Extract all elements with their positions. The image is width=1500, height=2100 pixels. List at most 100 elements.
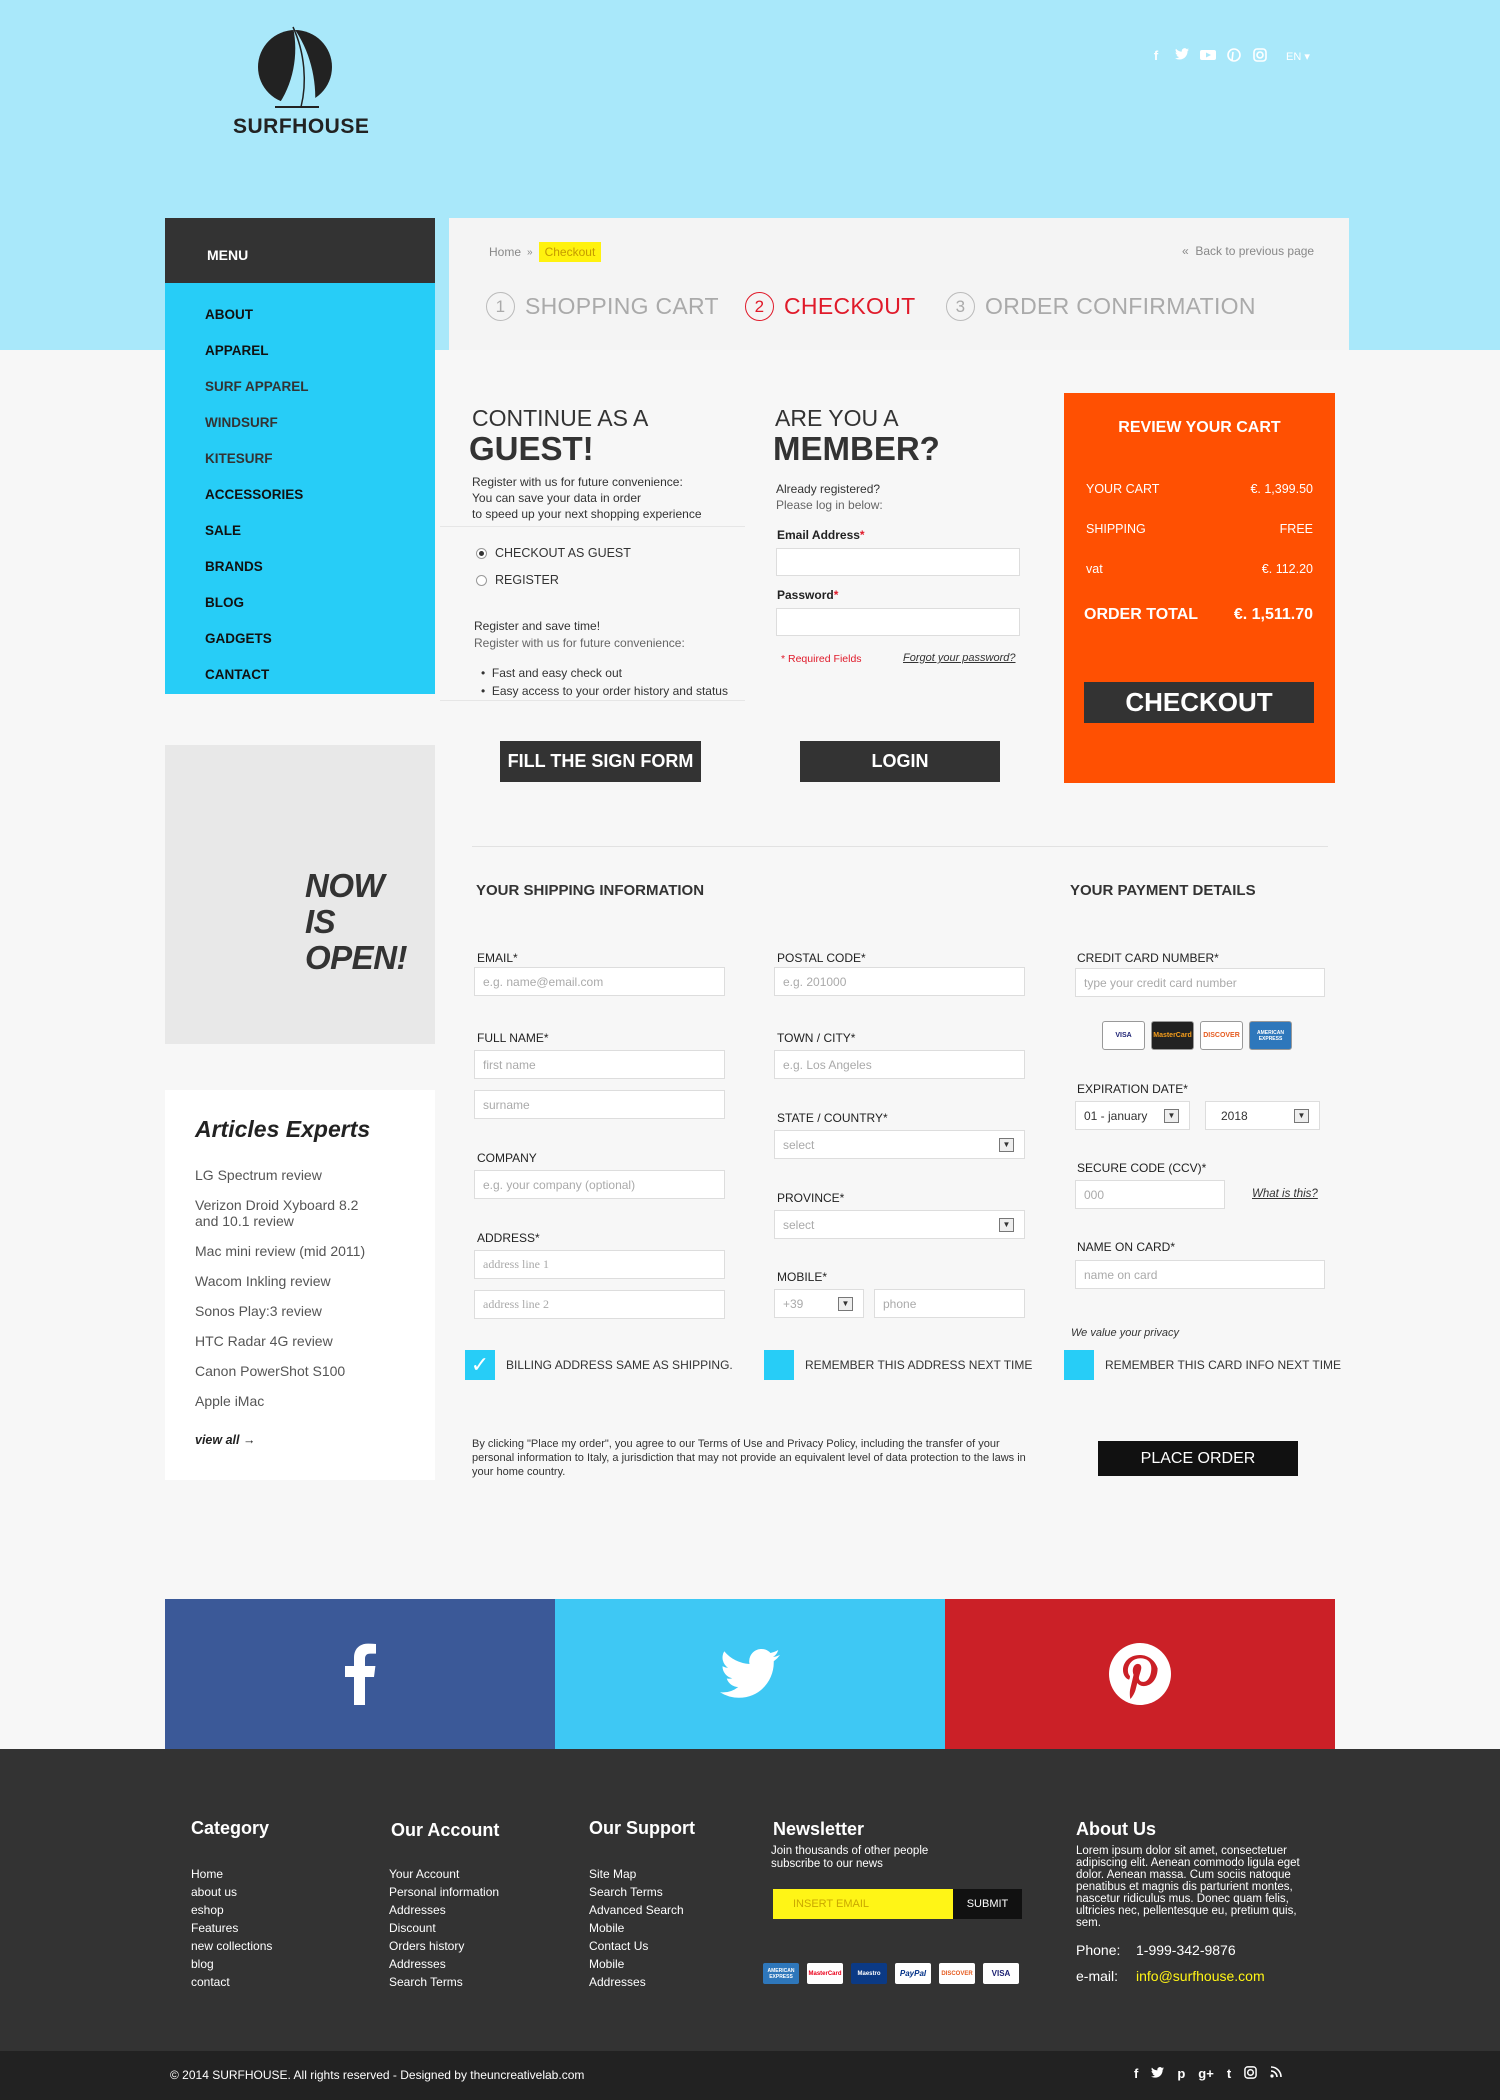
article-link[interactable]: Mac mini review (mid 2011) — [195, 1243, 435, 1259]
instagram-icon[interactable] — [1252, 48, 1268, 65]
sidebar-item-brands[interactable]: BRANDS — [165, 549, 435, 585]
footer-link[interactable]: Mobile — [589, 1919, 684, 1937]
language-selector[interactable]: EN ▾ — [1286, 50, 1310, 63]
footer-link[interactable]: about us — [191, 1883, 272, 1901]
footer-link[interactable]: contact — [191, 1973, 272, 1991]
tumblr-icon[interactable]: t — [1227, 2066, 1231, 2082]
fill-sign-form-button[interactable]: FILL THE SIGN FORM — [500, 741, 701, 782]
twitter-band[interactable] — [555, 1599, 945, 1749]
footer-link[interactable]: Discount — [389, 1919, 499, 1937]
article-link[interactable]: HTC Radar 4G review — [195, 1333, 435, 1349]
footer-link[interactable]: Contact Us — [589, 1937, 684, 1955]
step-order-confirmation[interactable]: 3 ORDER CONFIRMATION — [946, 292, 1256, 321]
name-on-card-field[interactable]: name on card — [1075, 1260, 1325, 1289]
sidebar-item-sale[interactable]: SALE — [165, 513, 435, 549]
pinterest-icon[interactable] — [1226, 48, 1242, 65]
postal-code-field[interactable]: e.g. 201000 — [774, 967, 1025, 996]
footer-link[interactable]: Features — [191, 1919, 272, 1937]
sidebar-item-apparel[interactable]: APPAREL — [165, 333, 435, 369]
address-line-1-field[interactable]: address line 1 — [474, 1250, 725, 1279]
article-link[interactable]: Sonos Play:3 review — [195, 1303, 435, 1319]
address-line-2-field[interactable]: address line 2 — [474, 1290, 725, 1319]
company-field[interactable]: e.g. your company (optional) — [474, 1170, 725, 1199]
remember-address-label: REMEMBER THIS ADDRESS NEXT TIME — [805, 1358, 1033, 1372]
surname-field[interactable]: surname — [474, 1090, 725, 1119]
promo-text: NOW IS OPEN! — [305, 868, 408, 976]
footer-link[interactable]: Addresses — [389, 1901, 499, 1919]
view-all-link[interactable]: view all → — [195, 1433, 435, 1447]
register-radio[interactable]: REGISTER — [476, 573, 559, 587]
logo-text[interactable]: SURFHOUSE — [233, 115, 369, 139]
footer-email-link[interactable]: info@surfhouse.com — [1136, 1968, 1265, 1984]
step-checkout[interactable]: 2 CHECKOUT — [745, 292, 915, 321]
facebook-icon[interactable]: f — [1148, 48, 1164, 65]
article-link[interactable]: Canon PowerShot S100 — [195, 1363, 435, 1379]
sidebar-item-about[interactable]: ABOUT — [165, 297, 435, 333]
google-plus-icon[interactable]: g+ — [1198, 2066, 1214, 2082]
phone-field[interactable]: phone — [874, 1289, 1025, 1318]
facebook-icon[interactable]: f — [1134, 2066, 1138, 2082]
footer-link[interactable]: Advanced Search — [589, 1901, 684, 1919]
youtube-icon[interactable] — [1200, 48, 1216, 65]
pinterest-band[interactable] — [945, 1599, 1335, 1749]
town-city-field[interactable]: e.g. Los Angeles — [774, 1050, 1025, 1079]
logo[interactable] — [255, 25, 335, 118]
facebook-band[interactable] — [165, 1599, 555, 1749]
first-name-field[interactable]: first name — [474, 1050, 725, 1079]
remember-card-checkbox[interactable] — [1064, 1350, 1094, 1380]
article-link[interactable]: Wacom Inkling review — [195, 1273, 435, 1289]
remember-address-checkbox[interactable] — [764, 1350, 794, 1380]
breadcrumb-home[interactable]: Home — [489, 245, 521, 259]
article-link[interactable]: LG Spectrum review — [195, 1167, 435, 1183]
sidebar-item-accessories[interactable]: ACCESSORIES — [165, 477, 435, 513]
place-order-button[interactable]: PLACE ORDER — [1098, 1441, 1298, 1476]
newsletter-submit-button[interactable]: SUBMIT — [953, 1889, 1022, 1919]
footer-link[interactable]: Your Account — [389, 1865, 499, 1883]
rss-icon[interactable] — [1270, 2066, 1282, 2082]
member-email-input[interactable] — [776, 548, 1020, 576]
login-button[interactable]: LOGIN — [800, 741, 1000, 782]
footer-link[interactable]: Mobile — [589, 1955, 684, 1973]
footer-link[interactable]: Personal information — [389, 1883, 499, 1901]
footer-link[interactable]: eshop — [191, 1901, 272, 1919]
member-password-input[interactable] — [776, 608, 1020, 636]
checkout-button[interactable]: CHECKOUT — [1084, 682, 1314, 723]
what-is-this-link[interactable]: What is this? — [1252, 1188, 1318, 1200]
sidebar-item-gadgets[interactable]: GADGETS — [165, 621, 435, 657]
phone-prefix-select[interactable]: +39 ▼ — [774, 1289, 864, 1318]
article-link[interactable]: Apple iMac — [195, 1393, 435, 1409]
credit-card-field[interactable]: type your credit card number — [1075, 968, 1325, 997]
back-link[interactable]: « Back to previous page — [1182, 244, 1314, 258]
billing-same-checkbox[interactable]: ✓ — [465, 1350, 495, 1380]
sidebar-item-blog[interactable]: BLOG — [165, 585, 435, 621]
footer-link[interactable]: Search Terms — [389, 1973, 499, 1991]
secure-code-field[interactable]: 000 — [1075, 1180, 1225, 1209]
newsletter-email-input[interactable]: INSERT EMAIL — [773, 1889, 953, 1919]
step-shopping-cart[interactable]: 1 SHOPPING CART — [486, 292, 719, 321]
footer-link[interactable]: Addresses — [389, 1955, 499, 1973]
forgot-password-link[interactable]: Forgot your password? — [903, 652, 1016, 664]
checkout-as-guest-radio[interactable]: CHECKOUT AS GUEST — [476, 546, 631, 560]
sidebar-item-contact[interactable]: CANTACT — [165, 657, 435, 693]
footer-payment-icons: AMERICAN EXPRESS MasterCard Maestro PayP… — [763, 1963, 1019, 1984]
footer-link[interactable]: blog — [191, 1955, 272, 1973]
sidebar-item-kitesurf[interactable]: KITESURF — [165, 441, 435, 477]
province-select[interactable]: select ▼ — [774, 1210, 1025, 1239]
footer-link[interactable]: Orders history — [389, 1937, 499, 1955]
instagram-icon[interactable] — [1244, 2066, 1258, 2082]
expiration-year-select[interactable]: 2018 ▼ — [1205, 1101, 1320, 1130]
email-field[interactable]: e.g. name@email.com — [474, 967, 725, 996]
sidebar-item-surf-apparel[interactable]: SURF APPAREL — [165, 369, 435, 405]
twitter-icon[interactable] — [1174, 48, 1190, 65]
footer-link[interactable]: Site Map — [589, 1865, 684, 1883]
expiration-month-select[interactable]: 01 - january ▼ — [1075, 1101, 1190, 1130]
sidebar-item-windsurf[interactable]: WINDSURF — [165, 405, 435, 441]
footer-link[interactable]: Addresses — [589, 1973, 684, 1991]
footer-link[interactable]: Search Terms — [589, 1883, 684, 1901]
footer-link[interactable]: Home — [191, 1865, 272, 1883]
footer-link[interactable]: new collections — [191, 1937, 272, 1955]
state-country-select[interactable]: select ▼ — [774, 1130, 1025, 1159]
pinterest-icon[interactable]: p — [1177, 2066, 1185, 2082]
twitter-icon[interactable] — [1151, 2066, 1165, 2082]
article-link[interactable]: Verizon Droid Xyboard 8.2 and 10.1 revie… — [195, 1197, 370, 1229]
